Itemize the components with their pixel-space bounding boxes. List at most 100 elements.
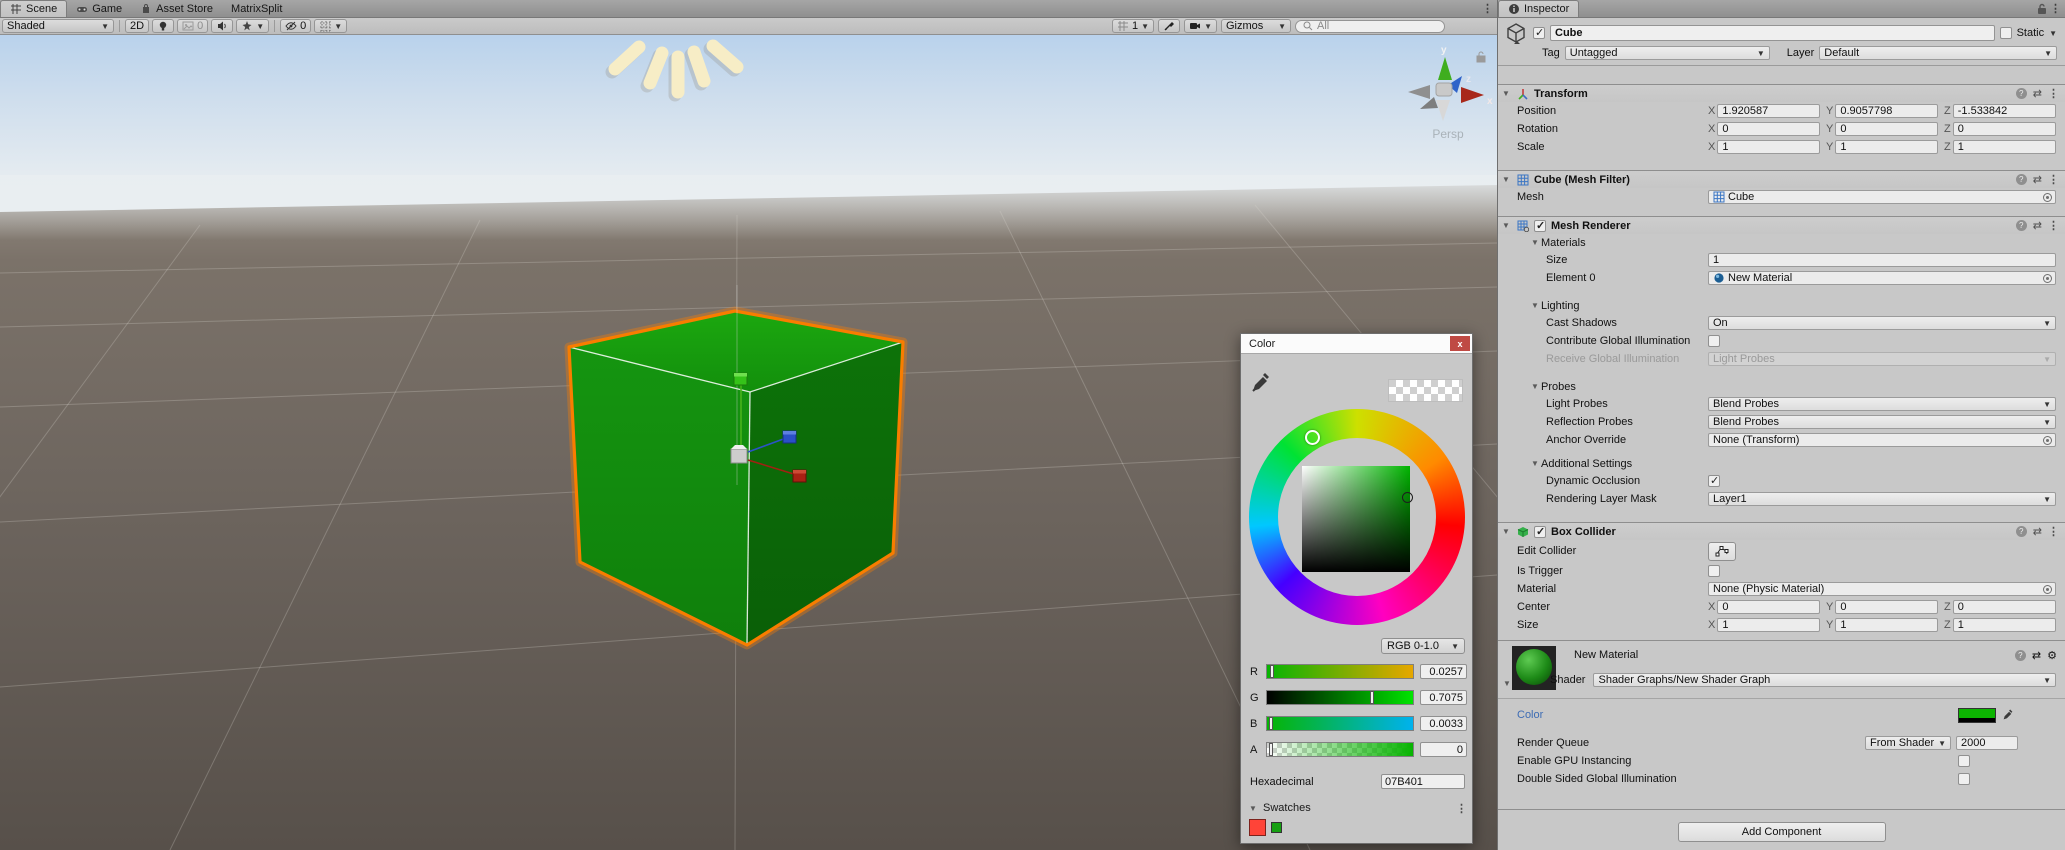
green-slider-handle[interactable] [1370,691,1374,704]
rotation-x-field[interactable]: 0 [1717,122,1820,136]
chevron-down-icon[interactable]: ▼ [2049,29,2057,38]
component-menu-icon[interactable]: ⋮ [2048,87,2059,100]
eyedropper-icon[interactable] [2002,709,2014,721]
double-sided-gi-checkbox[interactable] [1958,773,1970,785]
position-x-field[interactable]: 1.920587 [1717,104,1820,118]
gizmos-dropdown[interactable]: Gizmos ▼ [1221,19,1291,33]
shading-mode-dropdown[interactable]: Shaded▼ [2,19,114,33]
inspector-menu-icon[interactable]: ⋮ [2050,2,2061,15]
effects-dropdown[interactable]: ▼ [236,19,269,33]
materials-foldout[interactable]: ▼ Materials [1498,235,2065,250]
scene-search-field[interactable]: All [1295,20,1445,33]
is-trigger-checkbox[interactable] [1708,565,1720,577]
hue-selector[interactable] [1305,430,1320,445]
light-probes-dropdown[interactable]: Blend Probes▼ [1708,397,2056,411]
help-icon[interactable]: ? [2015,650,2026,661]
dynamic-occlusion-checkbox[interactable] [1708,475,1720,487]
color-mode-dropdown[interactable]: RGB 0-1.0 ▼ [1381,638,1465,654]
gizmo-neg-z-cone[interactable] [1420,97,1438,109]
rendering-layer-mask-dropdown[interactable]: Layer1▼ [1708,492,2056,506]
saturation-value-box[interactable] [1302,466,1410,572]
audio-toggle[interactable] [211,19,233,33]
current-color-preview[interactable] [1388,379,1463,402]
materials-size-field[interactable]: 1 [1708,253,2056,267]
camera-overlay-counter[interactable]: 0 [177,19,208,33]
rotation-z-field[interactable]: 0 [1953,122,2056,136]
2d-toggle[interactable]: 2D [125,19,149,33]
swatches-menu-icon[interactable]: ⋮ [1456,802,1467,815]
green-value-field[interactable]: 0.7075 [1420,690,1467,705]
edit-collider-button[interactable] [1708,542,1736,561]
tab-matrixsplit[interactable]: MatrixSplit [222,0,291,17]
lock-icon[interactable] [1477,52,1485,62]
add-component-button[interactable]: Add Component [1678,822,1886,842]
additional-settings-foldout[interactable]: ▼ Additional Settings [1498,456,2065,471]
anchor-override-field[interactable]: None (Transform) [1708,433,2056,447]
gizmo-neg-x-cone[interactable] [1408,85,1430,99]
gizmo-neg-y-cone[interactable] [1436,100,1450,121]
gear-icon[interactable]: ⚙ [2047,649,2057,662]
material-color-swatch[interactable] [1958,708,1996,723]
presets-icon[interactable]: ⇄ [2033,219,2042,232]
swatch-red[interactable] [1249,819,1266,836]
mesh-filter-header[interactable]: ▼ Cube (Mesh Filter) ?⇄⋮ [1498,170,2065,188]
alpha-value-field[interactable]: 0 [1420,742,1467,757]
tab-inspector[interactable]: Inspector [1498,0,1579,17]
position-z-field[interactable]: -1.533842 [1953,104,2056,118]
tab-game[interactable]: Game [67,0,131,17]
swatch-green[interactable] [1271,822,1282,833]
lighting-toggle[interactable] [152,19,174,33]
help-icon[interactable]: ? [2016,526,2027,537]
swatches-header[interactable]: ▼ Swatches [1249,802,1311,814]
component-menu-icon[interactable]: ⋮ [2048,173,2059,186]
render-queue-mode-dropdown[interactable]: From Shader▼ [1865,736,1951,750]
y-scale-handle[interactable] [734,373,747,385]
hex-field[interactable]: 07B401 [1381,774,1465,789]
z-scale-handle[interactable] [783,431,796,443]
help-icon[interactable]: ? [2016,174,2027,185]
foldout-triangle-icon[interactable]: ▼ [1502,221,1512,230]
red-slider-handle[interactable] [1270,665,1274,678]
physic-material-field[interactable]: None (Physic Material) [1708,582,2056,596]
blue-slider-handle[interactable] [1269,717,1273,730]
camera-view-dropdown[interactable]: ▼ [1184,19,1217,33]
size-y-field[interactable]: 1 [1835,618,1938,632]
help-icon[interactable]: ? [2016,88,2027,99]
x-scale-handle[interactable] [793,470,806,482]
component-menu-icon[interactable]: ⋮ [2048,219,2059,232]
center-z-field[interactable]: 0 [1953,600,2056,614]
probes-foldout[interactable]: ▼ Probes [1498,379,2065,394]
center-scale-handle[interactable] [731,445,747,463]
size-z-field[interactable]: 1 [1953,618,2056,632]
tab-asset-store[interactable]: Asset Store [131,0,222,17]
center-y-field[interactable]: 0 [1835,600,1938,614]
reflection-probes-dropdown[interactable]: Blend Probes▼ [1708,415,2056,429]
sv-selector[interactable] [1402,492,1413,503]
presets-icon[interactable]: ⇄ [2032,649,2041,662]
object-picker-icon[interactable] [2043,274,2052,283]
object-picker-icon[interactable] [2043,585,2052,594]
presets-icon[interactable]: ⇄ [2033,87,2042,100]
camera-projection-label[interactable]: Persp [1432,127,1464,141]
scene-orientation-gizmo[interactable]: y z x Persp [1408,45,1493,141]
lock-icon[interactable] [2037,3,2047,18]
grid-snap-dropdown[interactable]: 1 ▼ [1112,19,1154,33]
scene-visibility-toggle[interactable]: 0 [280,19,311,33]
eyedropper-icon[interactable] [1250,372,1272,394]
scale-y-field[interactable]: 1 [1835,140,1938,154]
transform-header[interactable]: ▼ Transform ?⇄⋮ [1498,84,2065,102]
position-y-field[interactable]: 0.9057798 [1835,104,1938,118]
size-x-field[interactable]: 1 [1717,618,1820,632]
alpha-slider-handle[interactable] [1269,743,1273,756]
center-x-field[interactable]: 0 [1717,600,1820,614]
active-checkbox[interactable] [1533,27,1545,39]
box-collider-enabled-checkbox[interactable] [1534,526,1546,538]
object-picker-icon[interactable] [2043,436,2052,445]
gizmo-y-cone[interactable] [1438,57,1452,80]
box-collider-header[interactable]: ▼ Box Collider ?⇄⋮ [1498,522,2065,540]
component-tools-button[interactable] [1158,19,1180,33]
gameobject-name-field[interactable]: Cube [1550,25,1995,41]
object-picker-icon[interactable] [2043,193,2052,202]
mesh-renderer-enabled-checkbox[interactable] [1534,220,1546,232]
blue-slider[interactable] [1266,716,1414,731]
